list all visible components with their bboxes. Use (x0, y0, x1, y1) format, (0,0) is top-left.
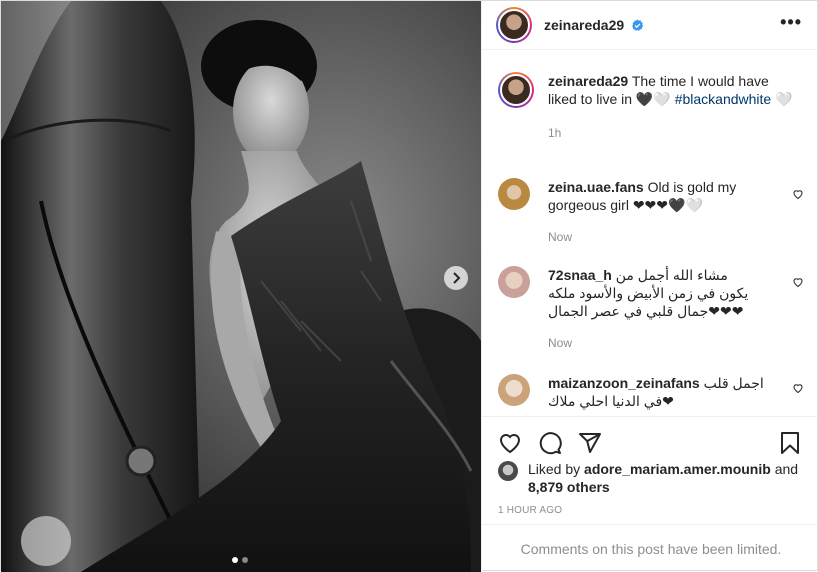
caption-row: zeinareda29 The time I would have liked … (498, 72, 804, 142)
commenter-avatar[interactable] (498, 266, 530, 298)
comments-list[interactable]: zeinareda29 The time I would have liked … (482, 50, 818, 416)
likes-others[interactable]: 8,879 others (528, 479, 610, 495)
post-photo[interactable] (1, 1, 481, 572)
caption-time[interactable]: 1h (548, 124, 798, 142)
comment-body: maizanzoon_zeinafans اجمل قلب في الدنيا … (548, 374, 768, 410)
comment-username[interactable]: zeina.uae.fans (548, 179, 644, 195)
comment-item: zeina.uae.fans Old is gold my gorgeous g… (498, 178, 804, 246)
comment-username[interactable]: maizanzoon_zeinafans (548, 375, 700, 391)
liker-avatar[interactable] (498, 461, 518, 481)
post-timestamp[interactable]: 1 HOUR AGO (498, 505, 562, 516)
commenter-avatar[interactable] (498, 178, 530, 210)
comment-like-icon[interactable] (792, 382, 804, 394)
carousel-next-button[interactable] (444, 266, 468, 290)
comment-like-icon[interactable] (792, 276, 804, 288)
post-header: zeinareda29 ••• (482, 1, 818, 50)
comment-icon[interactable] (538, 431, 562, 455)
author-username[interactable]: zeinareda29 (544, 17, 644, 33)
verified-badge-icon (632, 19, 644, 31)
comment-time[interactable]: Now (548, 228, 768, 246)
caption-text-block: zeinareda29 The time I would have liked … (548, 72, 798, 108)
chevron-right-icon (453, 272, 461, 284)
caption-username[interactable]: zeinareda29 (548, 73, 628, 89)
likes-and: and (774, 461, 799, 477)
share-icon[interactable] (578, 431, 602, 455)
caption-avatar[interactable] (498, 72, 534, 108)
likes-prefix: Liked by (528, 461, 581, 477)
likes-summary: Liked by adore_mariam.amer.mounib and 8,… (498, 460, 808, 496)
comment-item: 72snaa_h مشاء الله أجمل من يكون في زمن ا… (498, 266, 804, 352)
carousel-dot (242, 557, 248, 563)
comments-limited-notice: Comments on this post have been limited. (482, 524, 818, 572)
commenter-avatar[interactable] (498, 374, 530, 406)
comment-body: 72snaa_h مشاء الله أجمل من يكون في زمن ا… (548, 266, 758, 352)
comment-item: maizanzoon_zeinafans اجمل قلب في الدنيا … (498, 374, 804, 410)
caption-hashtag[interactable]: #blackandwhite (675, 91, 772, 107)
liker-username[interactable]: adore_mariam.amer.mounib (584, 461, 771, 477)
photo-image (1, 1, 481, 572)
comment-username[interactable]: 72snaa_h (548, 267, 612, 283)
post-modal: zeinareda29 ••• zeinareda29 The time I w… (0, 0, 818, 572)
more-options-icon[interactable]: ••• (780, 12, 802, 33)
caption-body: zeinareda29 The time I would have liked … (548, 72, 798, 142)
author-avatar[interactable] (496, 7, 532, 43)
carousel-dot-active (232, 557, 238, 563)
bookmark-icon[interactable] (778, 431, 802, 455)
comment-time[interactable]: Now (548, 334, 758, 352)
carousel-indicator (232, 557, 248, 563)
comment-like-icon[interactable] (792, 188, 804, 200)
heart-icon[interactable] (498, 431, 522, 455)
likes-text: Liked by adore_mariam.amer.mounib and 8,… (528, 460, 808, 496)
action-bar (482, 416, 818, 456)
comment-body: zeina.uae.fans Old is gold my gorgeous g… (548, 178, 768, 246)
caption-emoji: 🤍 (775, 91, 793, 107)
post-details-panel: zeinareda29 ••• zeinareda29 The time I w… (481, 1, 818, 572)
